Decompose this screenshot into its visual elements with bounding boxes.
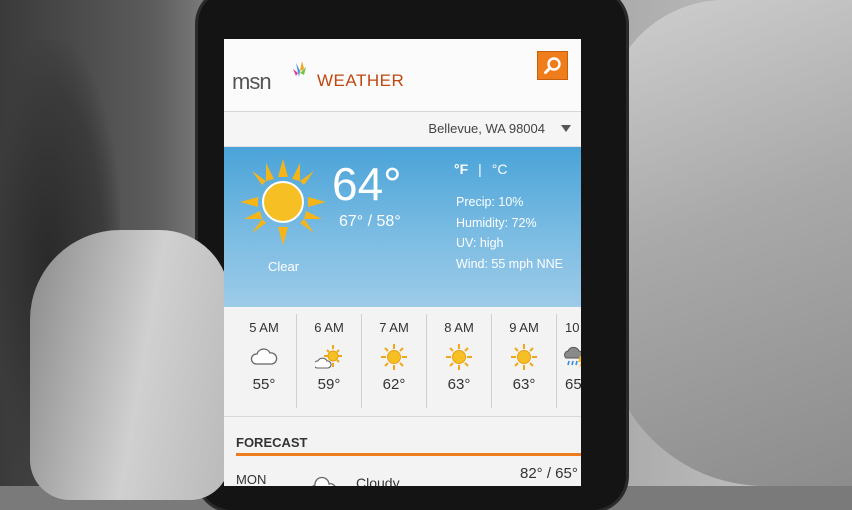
fahrenheit-toggle[interactable]: °F bbox=[454, 161, 468, 177]
hour-item[interactable]: 8 AM 63° bbox=[427, 314, 492, 408]
forecast-divider bbox=[236, 453, 581, 456]
precip-value: Precip: 10% bbox=[456, 195, 524, 209]
hour-item[interactable]: 5 AM 55° bbox=[232, 314, 297, 408]
weather-details: Precip: 10% Humidity: 72% UV: high Wind:… bbox=[456, 192, 563, 274]
right-hand bbox=[605, 0, 852, 486]
phone-screen: msn WEATHER Bellevue, WA 98004 64° 67° /… bbox=[224, 39, 581, 486]
sunny-icon bbox=[381, 344, 407, 370]
hour-time: 5 AM bbox=[249, 320, 279, 335]
forecast-condition: Cloudy bbox=[356, 475, 400, 486]
hour-time: 6 AM bbox=[314, 320, 344, 335]
hour-time: 7 AM bbox=[379, 320, 409, 335]
hour-temp: 62° bbox=[382, 376, 406, 393]
location-selector[interactable]: Bellevue, WA 98004 bbox=[224, 112, 581, 147]
humidity-value: Humidity: 72% bbox=[456, 215, 537, 230]
sunny-icon bbox=[511, 344, 537, 370]
forecast-heading: FORECAST bbox=[236, 435, 308, 450]
unit-separator: | bbox=[478, 161, 482, 177]
hour-time: 8 AM bbox=[444, 320, 474, 335]
current-conditions: 64° 67° / 58° Clear °F | °C Precip: 10% Hu… bbox=[224, 147, 581, 307]
search-button[interactable] bbox=[537, 51, 568, 80]
hour-item[interactable]: 10 A 65 bbox=[557, 314, 581, 408]
dropdown-arrow-icon bbox=[561, 125, 571, 132]
celsius-toggle[interactable]: °C bbox=[492, 161, 508, 177]
hour-time: 10 A bbox=[565, 320, 581, 335]
hour-item[interactable]: 7 AM 62° bbox=[362, 314, 427, 408]
current-temperature: 64° bbox=[332, 158, 402, 210]
hour-temp: 55° bbox=[252, 376, 276, 393]
cloudy-icon bbox=[312, 476, 336, 486]
msn-logo: msn bbox=[232, 69, 272, 94]
partly-sunny-icon bbox=[315, 345, 342, 369]
hour-item[interactable]: 9 AM 63° bbox=[492, 314, 557, 408]
unit-toggle: °F | °C bbox=[454, 161, 508, 177]
app-title: WEATHER bbox=[317, 71, 405, 90]
location-label: Bellevue, WA 98004 bbox=[428, 121, 545, 136]
current-condition: Clear bbox=[268, 259, 300, 274]
rain-icon bbox=[564, 346, 581, 368]
forecast-high-low: 82° / 65° bbox=[520, 465, 578, 482]
wind-value: Wind: 55 mph NNE bbox=[456, 256, 563, 271]
hour-temp: 65 bbox=[565, 376, 581, 393]
hourly-strip[interactable]: 5 AM 55° 6 AM 59° 7 AM 62° 8 AM 63° 9 AM… bbox=[224, 308, 581, 417]
cloudy-icon bbox=[250, 348, 278, 365]
app-header: msn WEATHER bbox=[224, 39, 581, 112]
uv-value: UV: high bbox=[456, 236, 504, 250]
left-thumb bbox=[30, 230, 230, 500]
msn-butterfly-icon bbox=[293, 61, 306, 77]
hour-item[interactable]: 6 AM 59° bbox=[297, 314, 362, 408]
hour-time: 9 AM bbox=[509, 320, 539, 335]
hour-temp: 63° bbox=[447, 376, 471, 393]
search-icon bbox=[543, 56, 561, 74]
sun-icon bbox=[240, 159, 326, 245]
forecast-day: MON bbox=[236, 472, 267, 486]
hour-temp: 63° bbox=[512, 376, 536, 393]
sunny-icon bbox=[446, 344, 472, 370]
hour-temp: 59° bbox=[317, 376, 341, 393]
high-low-temperature: 67° / 58° bbox=[339, 213, 401, 230]
